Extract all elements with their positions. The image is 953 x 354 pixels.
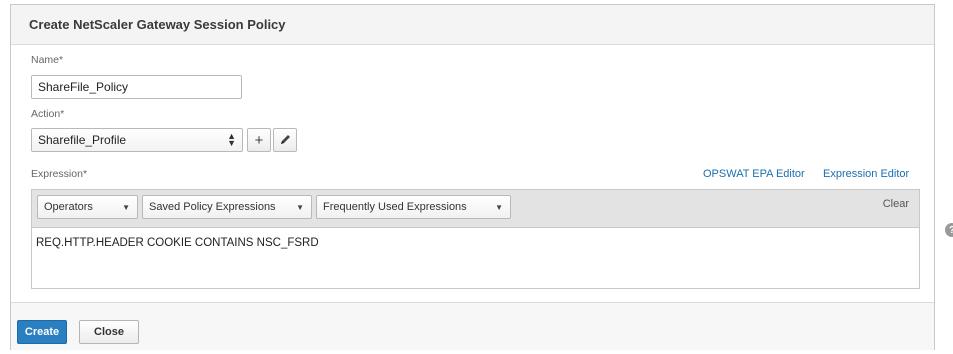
- help-icon[interactable]: ?: [945, 223, 953, 237]
- expression-panel: Operators ▼ Saved Policy Expressions ▼ F…: [31, 189, 920, 289]
- saved-policy-expressions-label: Saved Policy Expressions: [149, 201, 276, 213]
- dialog-header: Create NetScaler Gateway Session Policy: [11, 5, 934, 45]
- expression-label: Expression*: [31, 168, 88, 180]
- caret-down-icon: ▼: [296, 203, 304, 212]
- saved-policy-expressions-dropdown[interactable]: Saved Policy Expressions ▼: [142, 195, 312, 219]
- dialog-title: Create NetScaler Gateway Session Policy: [29, 17, 286, 32]
- dialog-footer: Create Close: [11, 302, 934, 350]
- expression-editor-link[interactable]: Expression Editor: [823, 168, 909, 180]
- plus-icon: +: [254, 131, 264, 149]
- operators-dropdown[interactable]: Operators ▼: [37, 195, 138, 219]
- name-label: Name*: [31, 54, 64, 66]
- clear-button[interactable]: Clear: [883, 198, 909, 210]
- help-icon-glyph: ?: [949, 225, 953, 236]
- pencil-icon: [281, 135, 290, 144]
- add-action-button[interactable]: +: [247, 128, 271, 152]
- opswat-epa-editor-link[interactable]: OPSWAT EPA Editor: [703, 168, 805, 180]
- expression-textarea[interactable]: REQ.HTTP.HEADER COOKIE CONTAINS NSC_FSRD: [32, 228, 919, 249]
- expression-toolbar: Operators ▼ Saved Policy Expressions ▼ F…: [32, 190, 919, 228]
- select-arrows-icon: ▲ ▼: [227, 131, 236, 148]
- name-input[interactable]: [31, 75, 242, 99]
- session-policy-dialog: Create NetScaler Gateway Session Policy …: [10, 4, 935, 350]
- create-button[interactable]: Create: [17, 320, 67, 344]
- edit-action-button[interactable]: [273, 128, 297, 152]
- caret-down-icon: ▼: [122, 203, 130, 212]
- operators-label: Operators: [44, 201, 93, 213]
- close-button[interactable]: Close: [79, 320, 139, 344]
- frequently-used-expressions-dropdown[interactable]: Frequently Used Expressions ▼: [316, 195, 511, 219]
- caret-down-icon: ▼: [495, 203, 503, 212]
- frequently-used-expressions-label: Frequently Used Expressions: [323, 201, 467, 213]
- action-select-value: Sharefile_Profile: [38, 133, 127, 147]
- action-label: Action*: [31, 108, 65, 120]
- action-select[interactable]: Sharefile_Profile ▲ ▼: [31, 128, 243, 152]
